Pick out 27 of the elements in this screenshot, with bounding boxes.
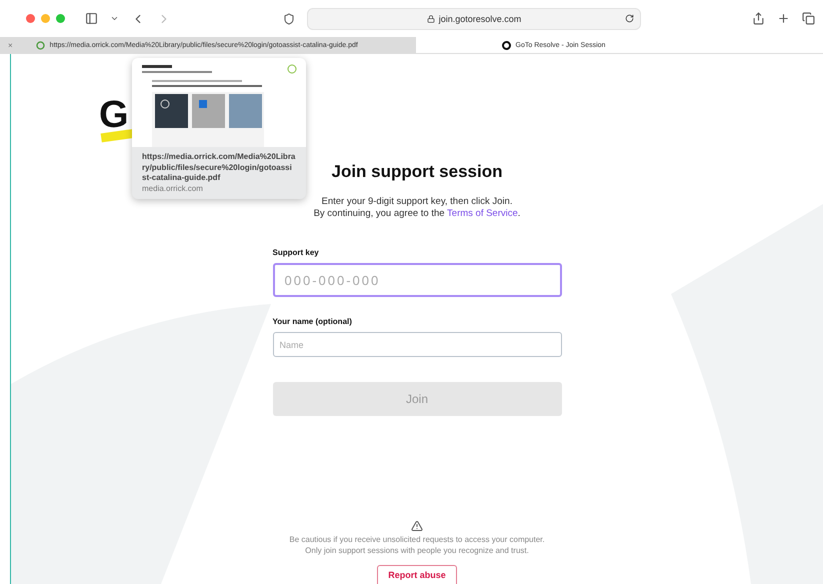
tabs-overview-icon[interactable] <box>802 12 815 25</box>
lock-icon <box>426 14 435 22</box>
warning-icon <box>411 520 423 532</box>
warning-text: Only join support sessions with people you recognize and trust. <box>305 545 529 556</box>
intro-text: Enter your 9-digit support key, then click Join. <box>320 196 514 208</box>
shield-icon[interactable] <box>283 12 295 24</box>
preview-domain: media.orrick.com <box>142 184 204 192</box>
share-icon[interactable] <box>752 12 765 25</box>
logo: G <box>99 94 128 137</box>
close-window-icon[interactable] <box>26 14 35 23</box>
field-label: Support key <box>272 248 320 257</box>
warning-text: Be cautious if you receive unsolicited requests to access your computer. <box>289 534 545 545</box>
terms-link[interactable]: Terms of Service <box>447 208 518 219</box>
report-abuse-button[interactable]: Report abuse <box>377 565 457 584</box>
consent-text: By continuing, you agree to the Terms of Service. <box>312 208 522 220</box>
preview-url: https://media.orrick.com/Media%20Library/public/files/secure%20login/gotoassist-catalina-guide.pdf <box>142 152 296 184</box>
reload-icon[interactable] <box>625 14 634 23</box>
address-bar[interactable]: join.gotoresolve.com <box>307 8 641 30</box>
sidebar-icon[interactable] <box>85 12 98 25</box>
close-tab-icon[interactable]: × <box>8 40 13 50</box>
chevron-down-icon[interactable] <box>110 14 119 23</box>
new-tab-icon[interactable] <box>777 12 790 25</box>
site-logo-icon <box>502 40 511 50</box>
input-field[interactable]: Name <box>272 332 562 357</box>
loading-ring-icon <box>36 40 45 50</box>
input-field[interactable]: 000-000-000 <box>272 263 562 297</box>
field-label: Your name (optional) <box>272 317 353 326</box>
